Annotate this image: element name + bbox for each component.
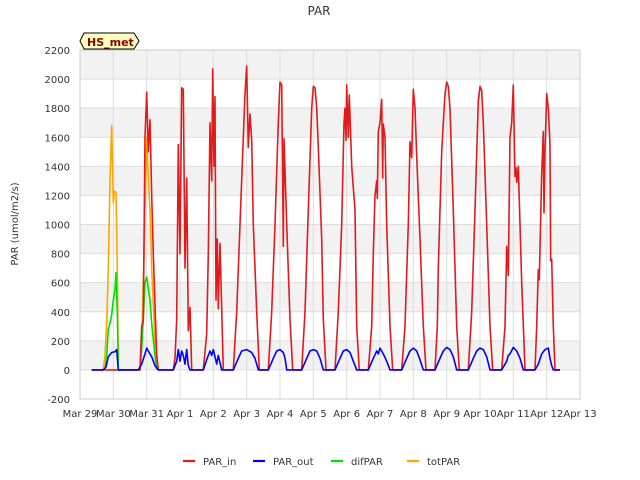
y-tick-label: 200: [51, 337, 70, 348]
x-tick-label: Apr 4: [267, 409, 294, 420]
legend-label-par-in: PAR_in: [203, 457, 236, 468]
y-tick-label: 400: [51, 308, 70, 319]
y-tick-label: 1800: [45, 104, 70, 115]
x-tick-label: Mar 31: [129, 409, 164, 420]
y-tick-label: 1400: [45, 162, 70, 173]
x-tick-label: Apr 10: [463, 409, 496, 420]
x-tick-label: Apr 13: [563, 409, 596, 420]
plot-band: [80, 166, 580, 196]
legend-label-par-out: PAR_out: [273, 457, 314, 468]
x-tick-label: Apr 9: [433, 409, 460, 420]
x-tick-label: Apr 3: [233, 409, 260, 420]
legend-label-totpar: totPAR: [427, 457, 460, 468]
x-tick-label: Apr 7: [367, 409, 394, 420]
x-tick-label: Apr 5: [300, 409, 327, 420]
y-tick-label: 2200: [45, 46, 70, 57]
hs-met-badge: HS_met: [79, 32, 140, 50]
x-tick-label: Apr 8: [400, 409, 427, 420]
x-tick-label: Apr 12: [530, 409, 563, 420]
x-tick-label: Apr 6: [333, 409, 360, 420]
hs-met-label: HS_met: [87, 36, 134, 49]
chart-title: PAR: [307, 4, 330, 18]
y-axis-label: PAR (umol/m2/s): [10, 182, 21, 265]
x-tick-label: Apr 1: [167, 409, 194, 420]
y-tick-label: 0: [64, 366, 70, 377]
y-tick-label: 600: [51, 279, 70, 290]
y-tick-label: 800: [51, 250, 70, 261]
plot-band: [80, 224, 580, 254]
y-tick-label: 1000: [45, 221, 70, 232]
x-tick-label: Mar 29: [63, 409, 98, 420]
x-tick-label: Mar 30: [96, 409, 131, 420]
y-tick-label: -200: [47, 395, 70, 406]
legend-label-difpar: difPAR: [351, 457, 383, 468]
y-tick-label: 1600: [45, 133, 70, 144]
y-tick-label: 1200: [45, 191, 70, 202]
y-tick-label: 2000: [45, 75, 70, 86]
x-tick-label: Apr 11: [497, 409, 530, 420]
x-tick-label: Apr 2: [200, 409, 227, 420]
par-chart: -200 0 200 400 600 800 1000 1200 1400 1600 1800 200…: [0, 0, 640, 480]
plot-band: [80, 108, 580, 138]
plot-band: [80, 50, 580, 80]
